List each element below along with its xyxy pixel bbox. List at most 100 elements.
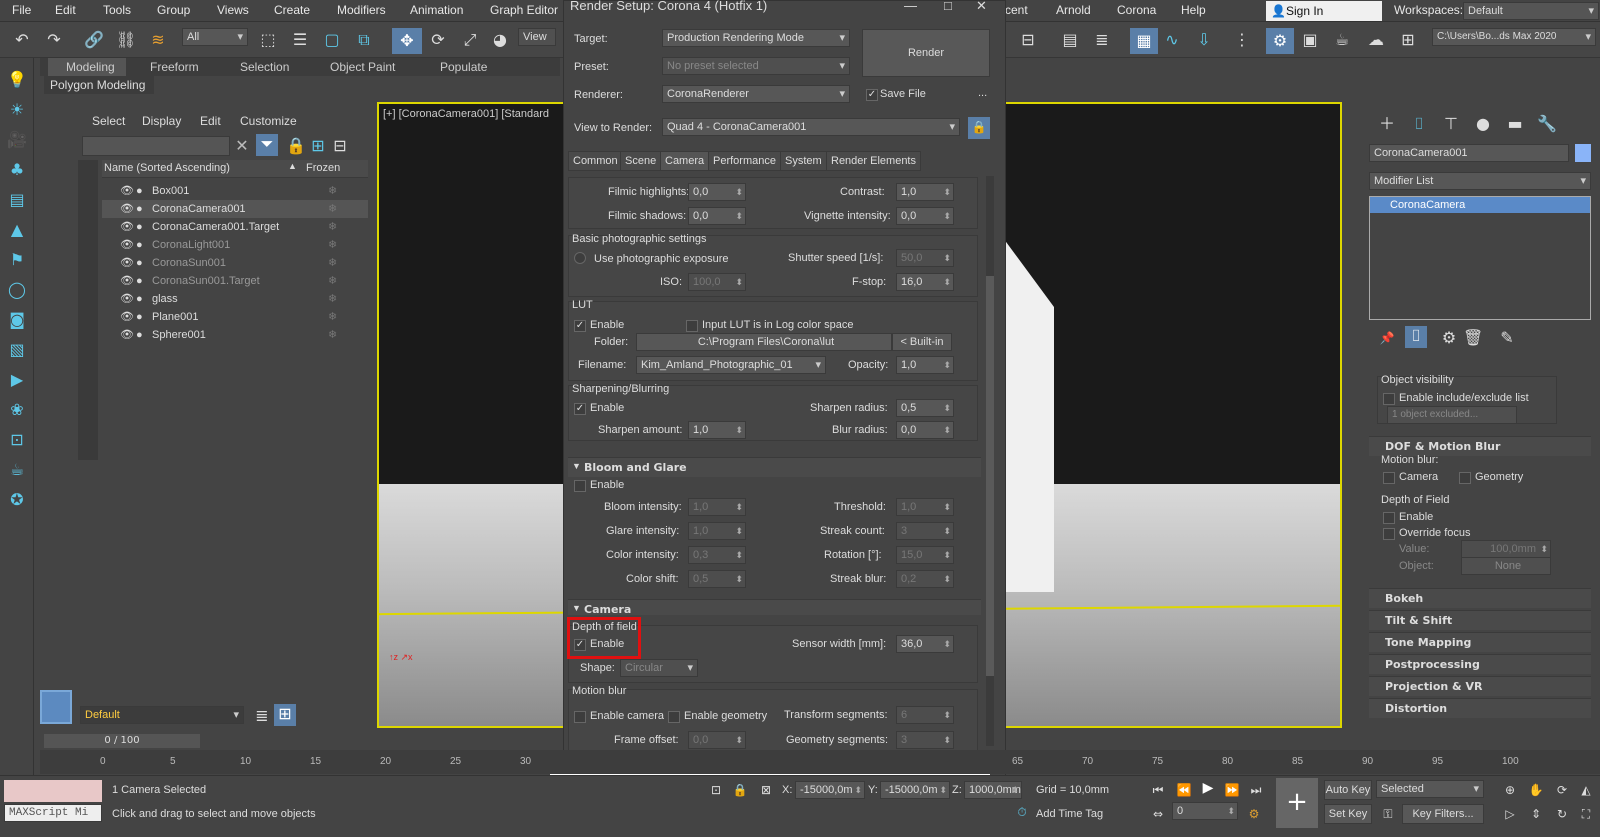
view-to-render-dropdown[interactable]: Quad 4 - CoronaCamera001: [662, 118, 960, 136]
layer-dropdown[interactable]: Default: [80, 706, 244, 724]
clear-search-icon[interactable]: ✕: [232, 136, 252, 156]
menu-render-partial[interactable]: cent: [1005, 3, 1028, 17]
frozen-snowflake-icon[interactable]: ❄: [328, 290, 337, 308]
tab-modeling[interactable]: Modeling: [66, 60, 115, 74]
cp-override-focus-checkbox[interactable]: [1383, 528, 1395, 540]
sharpen-radius-field[interactable]: 0,5: [896, 399, 954, 417]
maximize-viewport-icon[interactable]: ⛶: [1576, 804, 1596, 824]
menu-edit[interactable]: Edit: [55, 3, 76, 17]
object-name-field[interactable]: CoronaCamera001: [1369, 144, 1569, 162]
remove-modifier-icon[interactable]: 🗑: [1463, 328, 1483, 348]
include-exclude-checkbox[interactable]: [1383, 393, 1395, 405]
tree-icon[interactable]: ♣: [7, 160, 27, 180]
frame-icon[interactable]: ▧: [7, 340, 27, 360]
vignette-field[interactable]: 0,0: [896, 207, 954, 225]
bokeh-rollout[interactable]: Bokeh: [1369, 588, 1591, 608]
menu-animation[interactable]: Animation: [410, 3, 463, 17]
cp-value-field[interactable]: 100,0mm: [1461, 540, 1551, 558]
scene-object-row[interactable]: 👁 ● glass ❄: [102, 290, 368, 308]
shutter-field[interactable]: 50,0: [896, 249, 954, 267]
auto-key-button[interactable]: Auto Key: [1324, 780, 1372, 800]
more-options-button[interactable]: ...: [978, 87, 987, 99]
select-object-icon[interactable]: ⬚: [258, 30, 278, 50]
render-setup-icon[interactable]: ⚙: [1266, 28, 1294, 54]
unlink-icon[interactable]: ⛓: [116, 30, 136, 50]
next-frame-icon[interactable]: ⏩: [1222, 780, 1242, 800]
explorer-search-input[interactable]: [82, 136, 230, 156]
tab-performance[interactable]: Performance: [708, 151, 781, 171]
tone-mapping-rollout[interactable]: Tone Mapping: [1369, 632, 1591, 652]
key-mode-icon[interactable]: ⇔: [1148, 804, 1168, 824]
layer-explorer-icon[interactable]: ≣: [1092, 30, 1112, 50]
tab-selection[interactable]: Selection: [240, 60, 289, 74]
visibility-eye-icon[interactable]: 👁: [120, 200, 134, 218]
selection-lock-icon[interactable]: 🔒: [730, 780, 750, 800]
render-cloud-icon[interactable]: ⊞: [1398, 30, 1418, 50]
filmstrip-icon[interactable]: ▶: [7, 370, 27, 390]
redo-icon[interactable]: ↷: [44, 30, 64, 50]
cone-icon[interactable]: ▲: [7, 220, 27, 240]
dialog-scrollbar[interactable]: [986, 176, 994, 746]
explorer-menu-edit[interactable]: Edit: [200, 114, 221, 128]
bloom-rollout[interactable]: Bloom and Glare: [568, 457, 981, 477]
geometry-segments-field[interactable]: 3: [896, 731, 954, 749]
scene-object-row[interactable]: 👁 ● CoronaCamera001.Target ❄: [102, 218, 368, 236]
modifier-stack-item[interactable]: CoronaCamera: [1370, 197, 1590, 213]
prev-frame-icon[interactable]: ⏪: [1174, 780, 1194, 800]
scene-object-row[interactable]: 👁 ● Sphere001 ❄: [102, 326, 368, 344]
scale-icon[interactable]: ⤢: [460, 30, 480, 50]
maxscript-mini-input[interactable]: MAXScript Mi: [4, 804, 102, 822]
rotate-icon[interactable]: ⟳: [428, 30, 448, 50]
tab-system[interactable]: System: [780, 151, 827, 171]
lut-builtin-button[interactable]: < Built-in: [892, 333, 952, 351]
col-frozen-header[interactable]: Frozen: [306, 162, 340, 174]
time-tag-icon[interactable]: ⏱: [1012, 802, 1032, 822]
key-filter-icon[interactable]: ⚿: [1378, 804, 1398, 824]
frozen-snowflake-icon[interactable]: ❄: [328, 236, 337, 254]
toggle-ribbon-icon[interactable]: ▦: [1130, 28, 1158, 54]
menu-arnold[interactable]: Arnold: [1056, 3, 1091, 17]
menu-file[interactable]: File: [12, 3, 31, 17]
panel-icon[interactable]: ⊡: [7, 430, 27, 450]
show-end-result-icon[interactable]: ⌷: [1405, 326, 1427, 348]
schematic-view-icon[interactable]: ⇩: [1194, 30, 1214, 50]
postprocessing-rollout[interactable]: Postprocessing: [1369, 654, 1591, 674]
explorer-toggle[interactable]: [40, 690, 72, 724]
current-frame-field[interactable]: 0: [1172, 802, 1238, 820]
frozen-snowflake-icon[interactable]: ❄: [328, 182, 337, 200]
minimize-icon[interactable]: —: [904, 0, 917, 13]
layer-stack-icon[interactable]: ≣: [252, 706, 272, 726]
key-selection-dropdown[interactable]: Selected: [1376, 780, 1484, 798]
tab-render-elements[interactable]: Render Elements: [826, 151, 921, 171]
filter-icon[interactable]: ⏷: [256, 134, 278, 156]
walkthrough-icon[interactable]: ▷: [1500, 804, 1520, 824]
motion-tab-icon[interactable]: ●: [1473, 114, 1493, 134]
marker-icon[interactable]: ⚑: [7, 250, 27, 270]
frozen-snowflake-icon[interactable]: ❄: [328, 308, 337, 326]
key-filters-button[interactable]: Key Filters...: [1402, 804, 1484, 824]
bloom-enable-checkbox[interactable]: [574, 480, 586, 492]
sphere-icon[interactable]: ◯: [7, 280, 27, 300]
set-key-button[interactable]: Set Key: [1324, 804, 1372, 824]
sign-in-dropdown[interactable]: 👤 Sign In: [1266, 1, 1382, 21]
tab-common[interactable]: Common: [568, 151, 623, 171]
tab-scene[interactable]: Scene: [620, 151, 662, 171]
make-unique-icon[interactable]: ⚙: [1439, 328, 1459, 348]
frozen-snowflake-icon[interactable]: ❄: [328, 200, 337, 218]
workspaces-dropdown[interactable]: Default: [1463, 2, 1599, 20]
box-icon[interactable]: ◙: [7, 310, 27, 330]
lock-icon[interactable]: 🔒: [286, 136, 306, 156]
place-icon[interactable]: ◕: [490, 30, 510, 50]
cp-object-picker[interactable]: None: [1461, 557, 1551, 575]
menu-views[interactable]: Views: [217, 3, 249, 17]
iso-field[interactable]: 100,0: [688, 273, 746, 291]
cp-dof-enable-checkbox[interactable]: [1383, 512, 1395, 524]
sensor-width-field[interactable]: 36,0: [896, 635, 954, 653]
selection-filter-dropdown[interactable]: All: [182, 28, 248, 46]
explorer-menu-select[interactable]: Select: [92, 114, 125, 128]
fov-icon[interactable]: ◭: [1576, 780, 1596, 800]
color-intensity-field[interactable]: 0,3: [688, 546, 746, 564]
cp-mb-camera-checkbox[interactable]: [1383, 472, 1395, 484]
tab-object-paint[interactable]: Object Paint: [330, 60, 395, 74]
glare-intensity-field[interactable]: 1,0: [688, 522, 746, 540]
